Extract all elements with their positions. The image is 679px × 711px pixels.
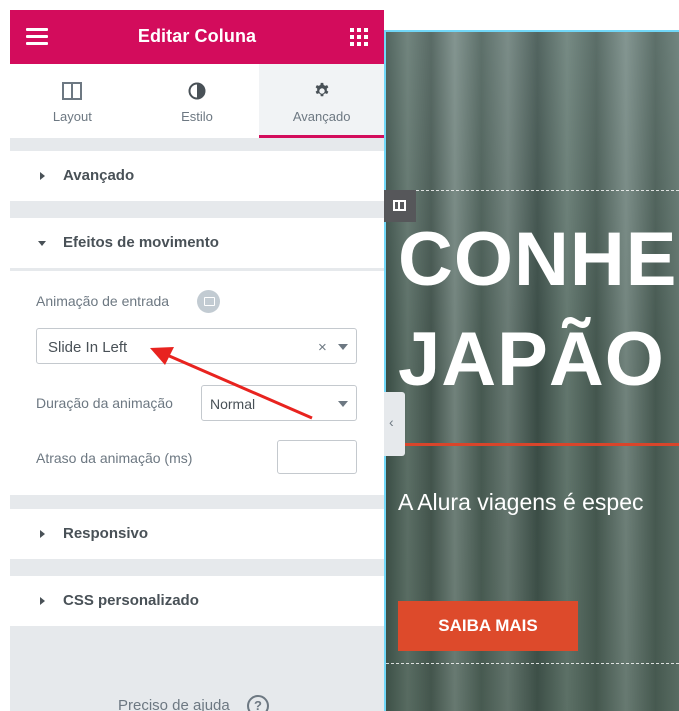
section-advanced-title: Avançado xyxy=(63,167,135,184)
caret-right-icon xyxy=(40,172,45,180)
responsive-info-icon[interactable] xyxy=(197,290,220,313)
column-outline-left xyxy=(384,30,386,711)
hero-subtext: A Alura viagens é espec xyxy=(398,489,644,515)
hero-heading-line-2: JAPÃO xyxy=(398,317,665,402)
section-custom-css-title: CSS personalizado xyxy=(63,592,199,609)
column-outline-top xyxy=(384,30,679,32)
collapse-panel-handle[interactable]: ‹ xyxy=(384,392,405,456)
entrance-animation-label: Animação de entrada xyxy=(36,293,170,309)
tab-advanced[interactable]: Avançado xyxy=(259,64,384,138)
panel-tabs: Layout Estilo Avançado xyxy=(10,64,384,138)
panel-title: Editar Coluna xyxy=(137,26,257,46)
chevron-left-icon: ‹ xyxy=(389,414,394,430)
entrance-animation-select[interactable]: Slide In Left xyxy=(36,328,357,364)
section-dashed-border-top xyxy=(386,190,679,191)
widgets-grid-icon[interactable] xyxy=(350,28,368,46)
tab-layout-label: Layout xyxy=(52,109,92,124)
section-motion-title: Efeitos de movimento xyxy=(63,234,219,251)
tab-layout[interactable]: Layout xyxy=(10,64,135,138)
saiba-mais-button[interactable]: SAIBA MAIS xyxy=(398,601,578,651)
animation-duration-label: Duração da animação xyxy=(36,395,173,411)
clear-selection-icon[interactable]: × xyxy=(318,339,327,356)
section-dashed-border-bottom xyxy=(386,663,679,664)
caret-down-icon xyxy=(38,241,46,246)
panel-header: Editar Coluna xyxy=(10,10,384,64)
section-responsive-title: Responsivo xyxy=(63,525,149,542)
section-motion-effects[interactable]: Efeitos de movimento xyxy=(10,218,384,268)
animation-duration-select[interactable]: Normal xyxy=(201,385,357,421)
animation-delay-input[interactable] xyxy=(277,440,357,474)
tab-style-label: Estilo xyxy=(181,109,213,124)
animation-duration-value: Normal xyxy=(210,396,256,412)
editor-panel: Editar Coluna Layout Estilo Avançado Ava… xyxy=(10,10,384,711)
chevron-down-icon xyxy=(338,344,348,350)
section-custom-css[interactable]: CSS personalizado xyxy=(10,576,384,626)
section-advanced[interactable]: Avançado xyxy=(10,151,384,201)
entrance-animation-value: Slide In Left xyxy=(48,339,128,356)
heading-divider xyxy=(398,443,679,446)
question-icon[interactable]: ? xyxy=(247,695,269,711)
tab-advanced-label: Avançado xyxy=(292,109,351,124)
gear-icon xyxy=(315,82,329,97)
chevron-down-icon xyxy=(338,401,348,407)
section-responsive[interactable]: Responsivo xyxy=(10,509,384,559)
animation-delay-label: Atraso da animação (ms) xyxy=(36,450,193,466)
caret-right-icon xyxy=(40,530,45,538)
half-circle-icon xyxy=(188,82,206,100)
hero-heading-line-1: CONHE xyxy=(398,217,678,302)
tab-style[interactable]: Estilo xyxy=(135,64,260,138)
columns-icon xyxy=(62,82,83,100)
caret-right-icon xyxy=(40,597,45,605)
help-link[interactable]: Preciso de ajuda xyxy=(118,697,230,711)
